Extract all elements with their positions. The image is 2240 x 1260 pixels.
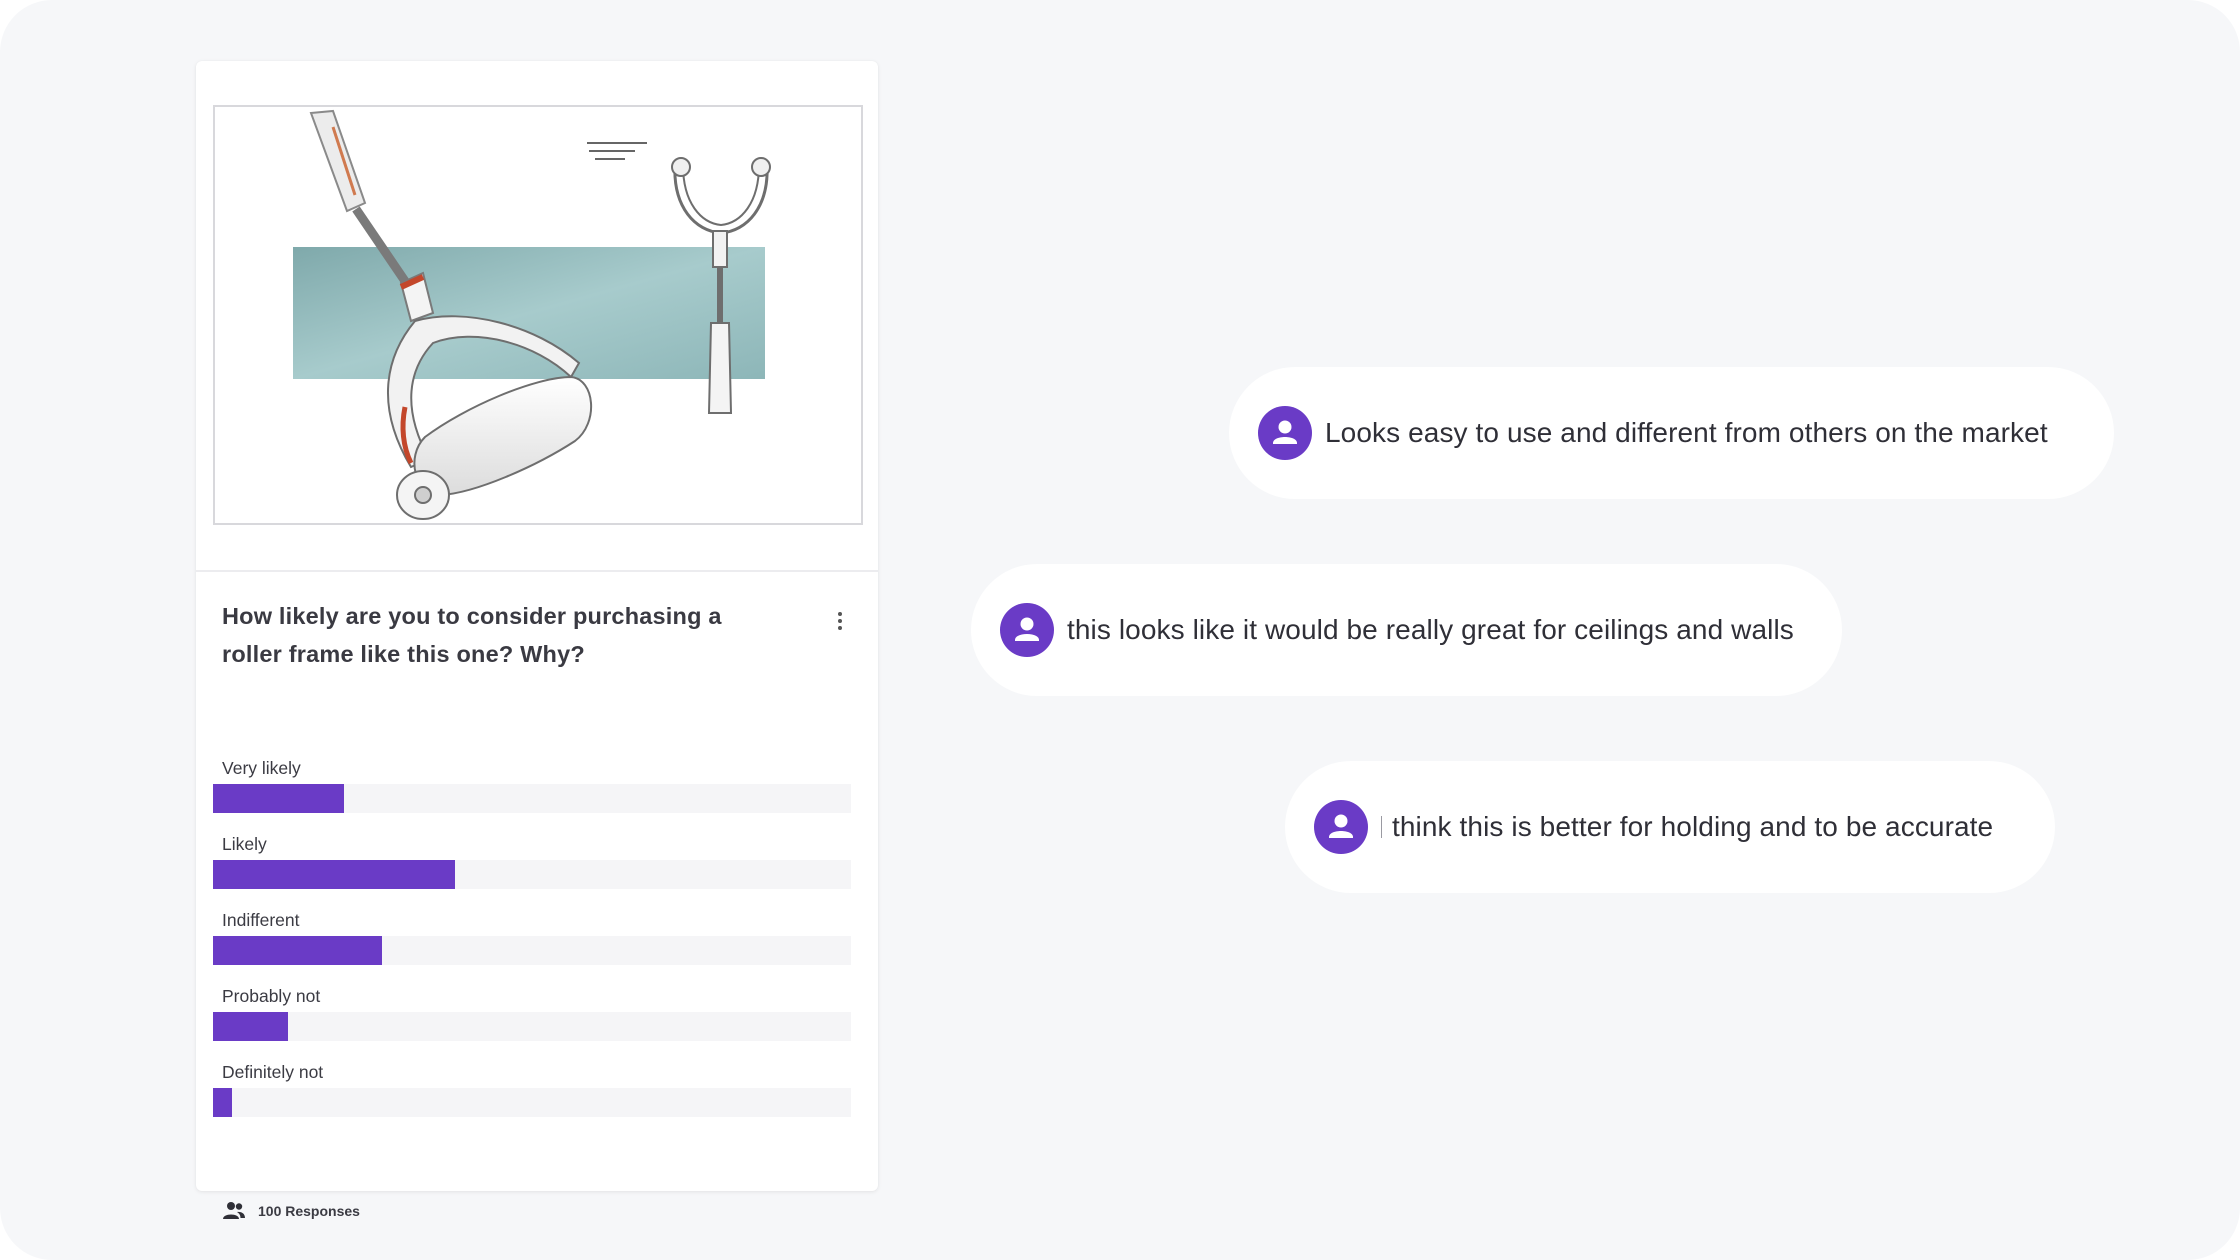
answer-bar-track: [213, 860, 851, 889]
product-image: [213, 105, 863, 525]
comment-bubble-1: Looks easy to use and different from oth…: [1229, 367, 2114, 499]
comment-bubble-3: think this is better for holding and to …: [1285, 761, 2055, 893]
answer-bar-track: [213, 784, 851, 813]
answer-option-label: Definitely not: [222, 1062, 324, 1082]
roller-frame-sketch: [293, 109, 771, 520]
comment-text-content: think this is better for holding and to …: [1392, 811, 1994, 842]
answer-bar-fill: [213, 936, 383, 965]
comment-text: Looks easy to use and different from oth…: [1325, 417, 2048, 448]
answer-option: Likely: [213, 832, 851, 908]
answer-option: Indifferent: [213, 908, 851, 984]
answer-bar-track: [213, 936, 851, 965]
more-vertical-icon[interactable]: [830, 607, 850, 635]
page-canvas: How likely are you to consider purchasin…: [0, 0, 2240, 1260]
card-divider: [196, 570, 878, 572]
comment-text: think this is better for holding and to …: [1381, 811, 1993, 843]
user-icon: [1314, 800, 1368, 854]
survey-card: How likely are you to consider purchasin…: [196, 61, 878, 1219]
answer-option: Very likely: [213, 756, 851, 832]
answer-option-label: Likely: [222, 834, 267, 854]
user-icon: [1258, 406, 1312, 460]
answer-option-label: Very likely: [222, 758, 301, 778]
answer-bar-track: [213, 1012, 851, 1041]
answer-options: Very likely Likely Indifferent Probably not…: [213, 756, 851, 1136]
answer-option: Definitely not: [213, 1060, 851, 1136]
comment-bubble-2: this looks like it would be really great…: [971, 564, 1842, 696]
text-cursor: [1381, 816, 1382, 838]
responses-count: 100 Responses: [222, 1199, 360, 1223]
answer-bar-track: [213, 1088, 851, 1117]
responses-label: 100 Responses: [258, 1203, 360, 1219]
answer-option: Probably not: [213, 984, 851, 1060]
answer-option-label: Probably not: [222, 986, 321, 1006]
user-icon: [1000, 603, 1054, 657]
answer-bar-fill: [213, 1012, 289, 1041]
answer-bar-fill: [213, 784, 344, 813]
comment-text: this looks like it would be really great…: [1067, 614, 1794, 645]
answer-option-label: Indifferent: [222, 910, 300, 930]
answer-bar-fill: [213, 860, 456, 889]
people-icon: [223, 1202, 245, 1219]
survey-question: How likely are you to consider purchasin…: [222, 603, 722, 667]
answer-bar-fill: [213, 1088, 233, 1117]
